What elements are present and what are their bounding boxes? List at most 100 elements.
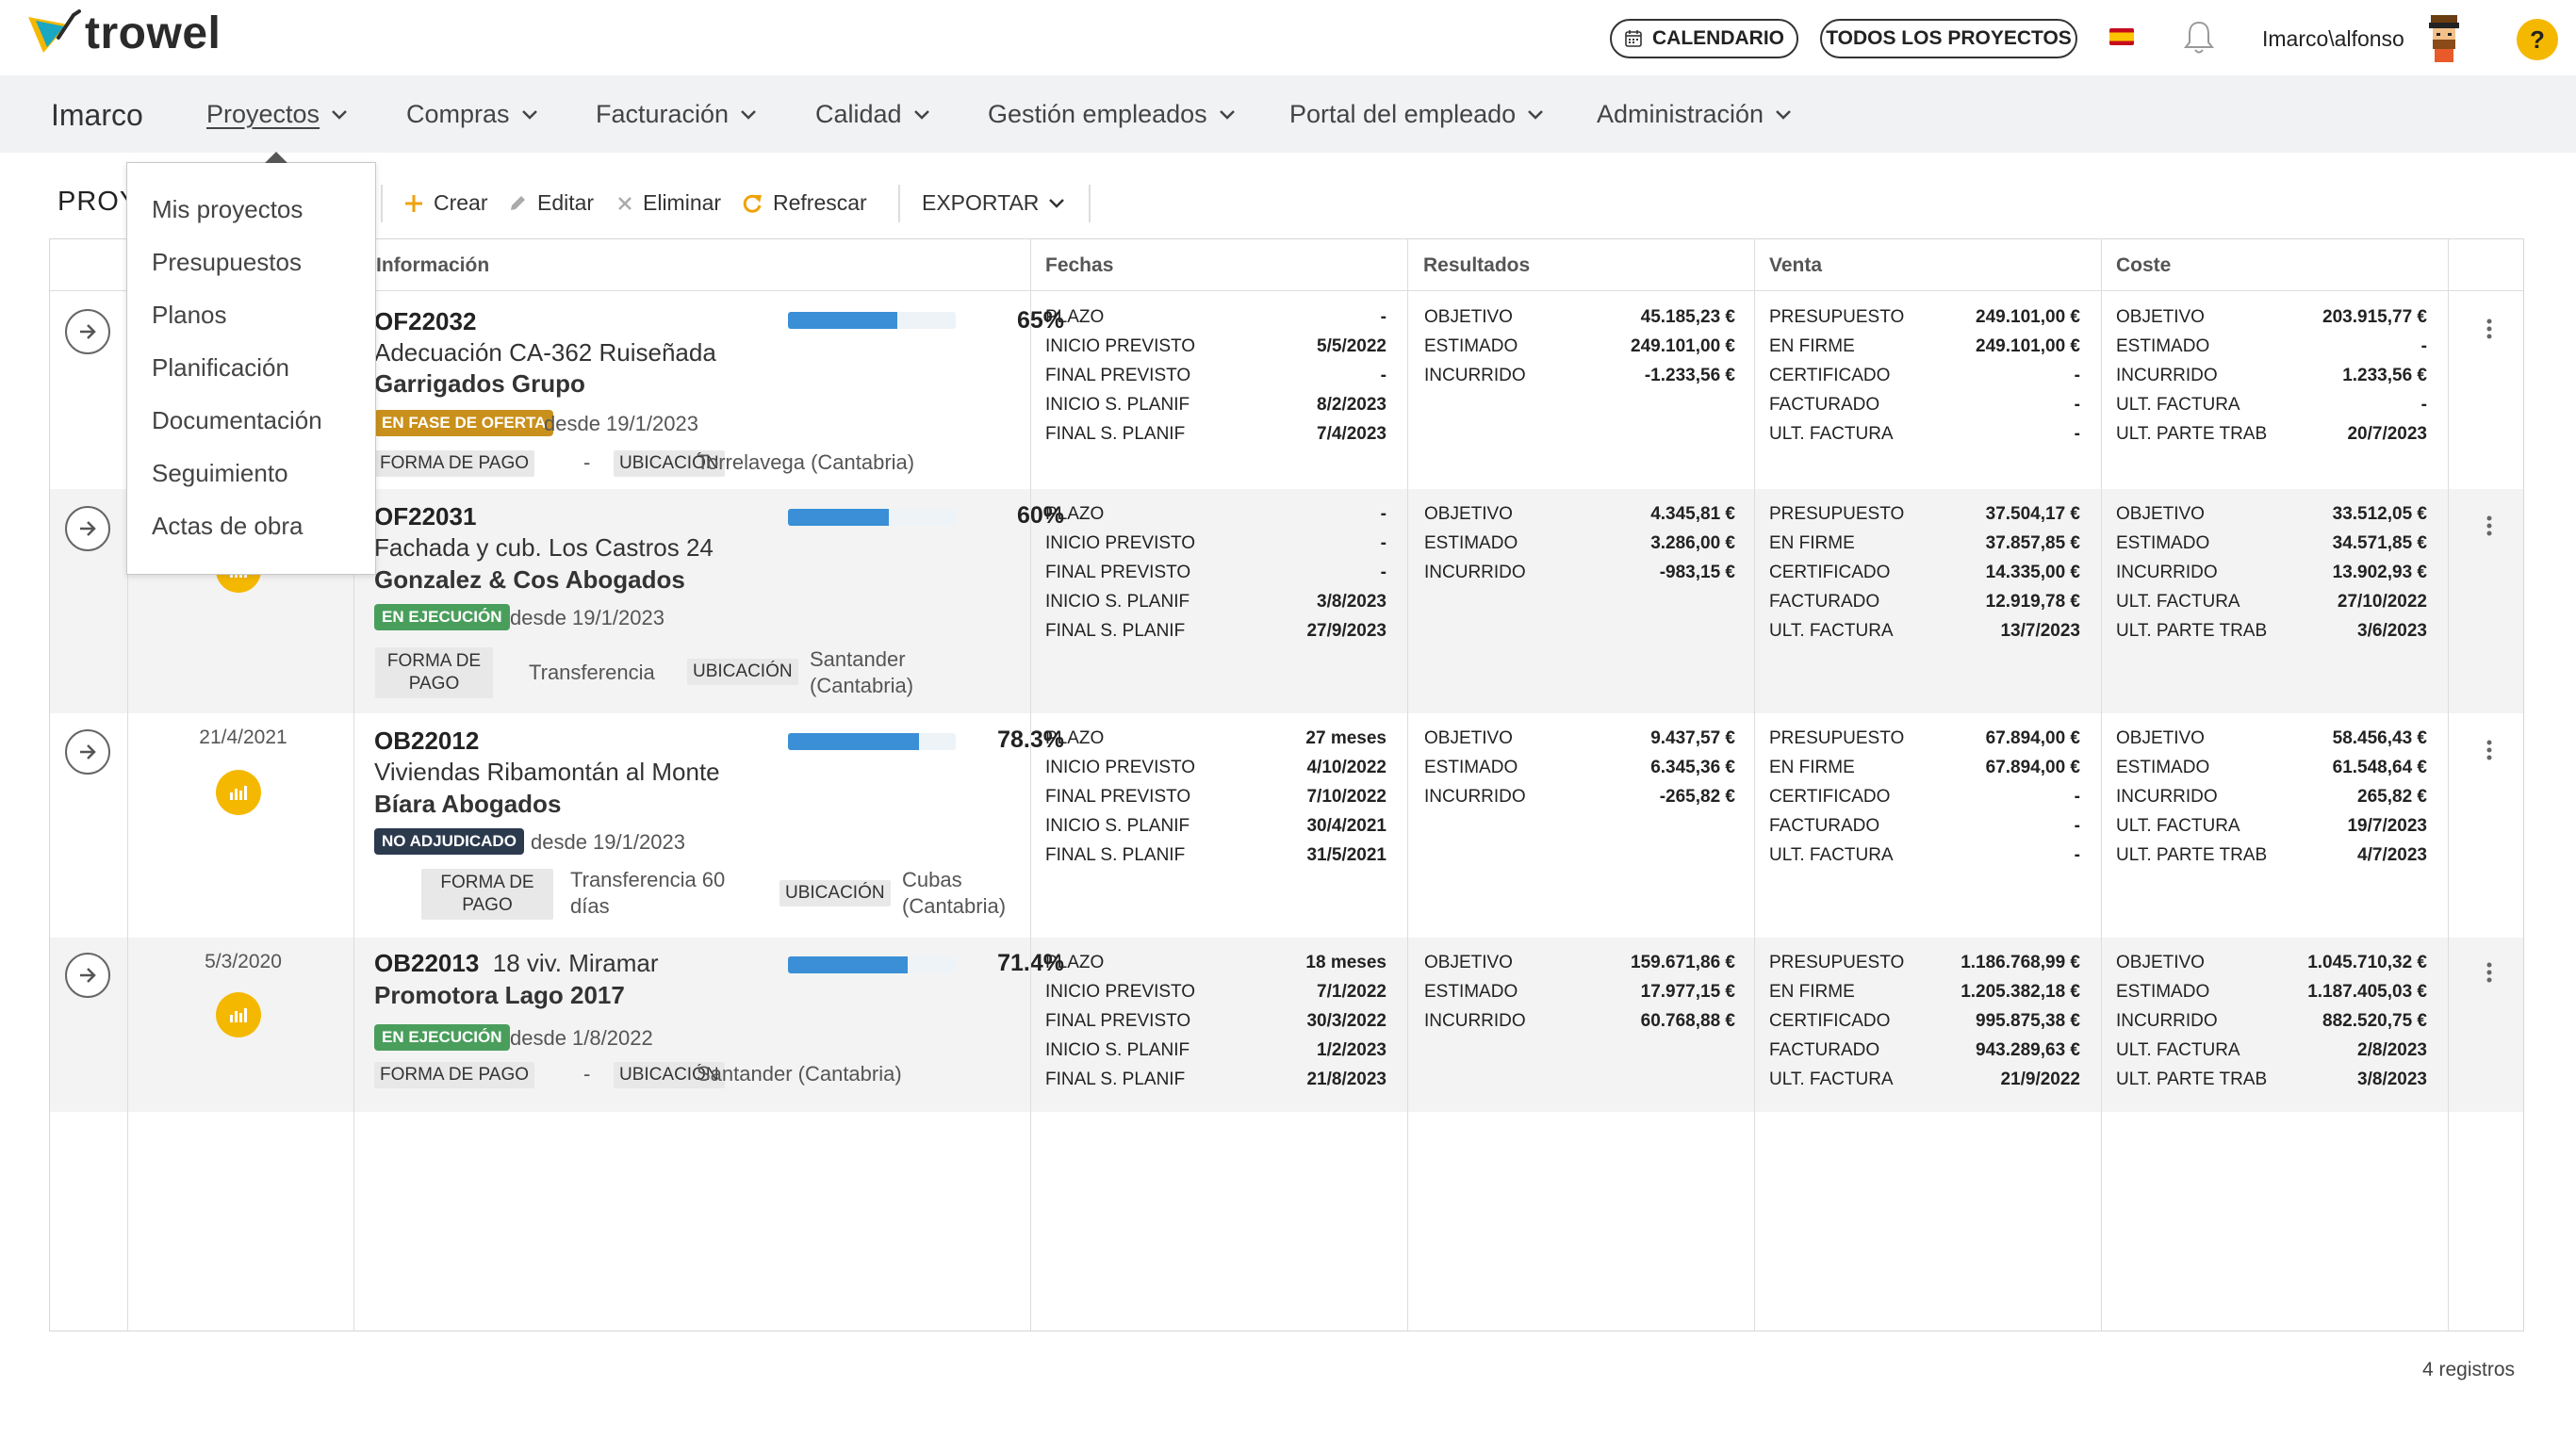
more-options-icon[interactable] — [2480, 736, 2499, 764]
header-results[interactable]: Resultados — [1423, 254, 1530, 277]
kv-line: INCURRIDO 882.520,75 € — [2116, 1011, 2427, 1036]
nav-facturacion[interactable]: Facturación — [596, 100, 757, 129]
open-row-button[interactable] — [65, 729, 110, 775]
kv-label: PLAZO — [1045, 728, 1105, 748]
nav-proyectos-label: Proyectos — [206, 100, 320, 128]
kv-value: 203.915,77 € — [2322, 307, 2427, 327]
menu-item-presupuestos[interactable]: Presupuestos — [152, 248, 302, 277]
kv-line: INCURRIDO 60.768,88 € — [1424, 1011, 1735, 1036]
nav-proyectos[interactable]: Proyectos — [206, 100, 348, 129]
kv-label: FINAL S. PLANIF — [1045, 424, 1186, 444]
kv-value: - — [2420, 395, 2427, 415]
calendar-button[interactable]: CALENDARIO — [1610, 19, 1798, 58]
header-cost[interactable]: Coste — [2116, 254, 2171, 277]
kv-value: 30/3/2022 — [1306, 1011, 1386, 1031]
kv-label: ESTIMADO — [1424, 982, 1518, 1002]
nav-portal-empleado[interactable]: Portal del empleado — [1289, 100, 1544, 129]
nav-gestion-empleados[interactable]: Gestión empleados — [988, 100, 1236, 129]
location-tag: UBICACIÓN — [779, 880, 891, 906]
nav-administracion[interactable]: Administración — [1597, 100, 1792, 129]
nav-portal-empleado-label: Portal del empleado — [1289, 100, 1517, 128]
more-options-icon[interactable] — [2480, 315, 2499, 343]
kv-value: 1.187.405,03 € — [2307, 982, 2427, 1002]
dropdown-caret — [265, 152, 287, 163]
kv-value: 1/2/2023 — [1317, 1040, 1386, 1060]
kv-label: INCURRIDO — [1424, 1011, 1526, 1031]
toolbar-divider — [381, 185, 383, 222]
all-projects-button[interactable]: TODOS LOS PROYECTOS — [1820, 19, 2077, 58]
project-name-inline: 18 viv. Miramar — [492, 949, 659, 977]
kv-label: FACTURADO — [1769, 395, 1880, 415]
export-button[interactable]: EXPORTAR — [922, 190, 1065, 216]
refresh-button[interactable]: Refrescar — [741, 190, 867, 216]
nav-calidad[interactable]: Calidad — [815, 100, 930, 129]
user-name[interactable]: Imarco\alfonso — [2262, 26, 2404, 52]
kv-label: FINAL PREVISTO — [1045, 787, 1191, 807]
kv-line: OBJETIVO 1.045.710,32 € — [2116, 953, 2427, 977]
kv-value: 4/7/2023 — [2357, 845, 2427, 865]
notifications-bell-icon[interactable] — [2182, 19, 2216, 57]
header-dates[interactable]: Fechas — [1045, 254, 1113, 277]
kv-label: PLAZO — [1045, 307, 1105, 327]
kv-line: PRESUPUESTO 37.504,17 € — [1769, 504, 2080, 529]
column-divider — [2448, 239, 2449, 1331]
chart-icon[interactable] — [216, 992, 261, 1037]
payment-value: - — [583, 1062, 591, 1086]
column-divider — [2101, 239, 2102, 1331]
table-row[interactable]: OF22031 Fachada y cub. Los Castros 24 Go… — [50, 489, 2523, 713]
payment-tag: FORMA DE PAGO — [421, 869, 553, 920]
kv-line: PLAZO 18 meses — [1045, 953, 1386, 977]
open-row-button[interactable] — [65, 953, 110, 998]
kv-value: 3/8/2023 — [2357, 1070, 2427, 1089]
kv-label: ESTIMADO — [2116, 336, 2210, 356]
kv-value: - — [2420, 336, 2427, 356]
progress-bar — [788, 733, 956, 750]
more-options-icon[interactable] — [2480, 958, 2499, 987]
kv-value: 34.571,85 € — [2332, 533, 2427, 553]
menu-item-planos[interactable]: Planos — [152, 301, 227, 330]
table-row[interactable]: OF22032 Adecuación CA-362 Ruiseñada Garr… — [50, 292, 2523, 489]
toolbar-divider — [898, 185, 900, 222]
menu-item-actas-de-obra[interactable]: Actas de obra — [152, 512, 303, 541]
kv-line: OBJETIVO 9.437,57 € — [1424, 728, 1735, 753]
kv-label: INICIO S. PLANIF — [1045, 816, 1190, 836]
project-code: OB22012 — [374, 727, 480, 755]
kv-line: ESTIMADO 34.571,85 € — [2116, 533, 2427, 558]
table-row[interactable]: 5/3/2020 OB22013 18 viv. Miramar Promoto… — [50, 938, 2523, 1112]
table-row[interactable]: 21/4/2021 OB22012 Viviendas Ribamontán a… — [50, 713, 2523, 938]
edit-button[interactable]: Editar — [507, 190, 594, 216]
kv-label: ULT. FACTURA — [1769, 424, 1894, 444]
user-avatar-icon[interactable] — [2418, 11, 2470, 64]
kv-label: FACTURADO — [1769, 592, 1880, 612]
open-row-button[interactable] — [65, 309, 110, 354]
nav-compras-label: Compras — [406, 100, 510, 128]
nav-compras[interactable]: Compras — [406, 100, 538, 129]
open-row-button[interactable] — [65, 506, 110, 551]
chart-icon[interactable] — [216, 770, 261, 815]
kv-value: -983,15 € — [1659, 563, 1735, 582]
trowel-logo[interactable]: trowel — [26, 8, 221, 59]
kv-line: PRESUPUESTO 1.186.768,99 € — [1769, 953, 2080, 977]
spain-flag-icon[interactable] — [2109, 28, 2134, 45]
kv-label: FACTURADO — [1769, 1040, 1880, 1060]
create-button[interactable]: Crear — [403, 190, 488, 216]
menu-item-mis-proyectos[interactable]: Mis proyectos — [152, 195, 303, 224]
toolbar-divider — [1089, 185, 1091, 222]
kv-value: -1.233,56 € — [1644, 366, 1735, 385]
row-date: 5/3/2020 — [205, 951, 282, 972]
delete-button[interactable]: Eliminar — [616, 190, 721, 216]
kv-label: ULT. FACTURA — [2116, 395, 2240, 415]
kv-value: 7/1/2022 — [1317, 982, 1386, 1002]
kv-label: ESTIMADO — [1424, 336, 1518, 356]
menu-item-documentacion[interactable]: Documentación — [152, 406, 322, 435]
since-date: desde 19/1/2023 — [510, 606, 665, 629]
help-button[interactable]: ? — [2517, 19, 2558, 60]
kv-line: ULT. FACTURA 19/7/2023 — [2116, 816, 2427, 841]
menu-item-planificacion[interactable]: Planificación — [152, 353, 289, 383]
header-sale[interactable]: Venta — [1769, 254, 1822, 277]
create-button-label: Crear — [434, 190, 488, 215]
menu-item-seguimiento[interactable]: Seguimiento — [152, 459, 288, 488]
kv-label: PRESUPUESTO — [1769, 307, 1905, 327]
header-info[interactable]: Información — [376, 254, 489, 277]
more-options-icon[interactable] — [2480, 512, 2499, 540]
